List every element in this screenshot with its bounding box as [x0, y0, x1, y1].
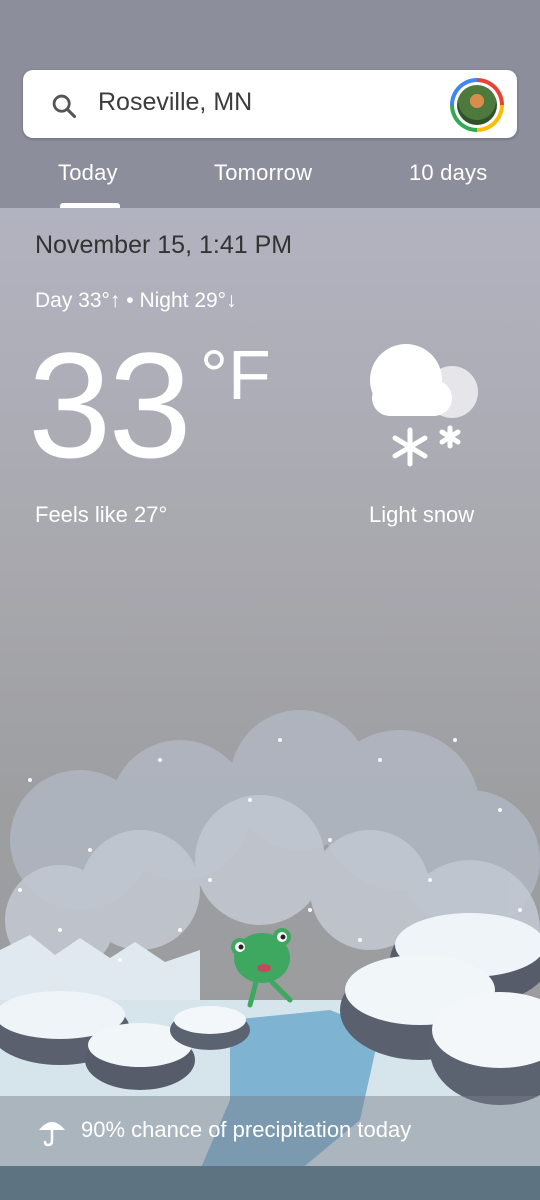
search-icon[interactable]: [50, 92, 78, 120]
condition-label: Light snow: [369, 502, 475, 527]
avatar-ring: [454, 82, 500, 128]
day-night-temps: Day 33°↑ • Night 29°↓: [35, 289, 237, 312]
bottom-strip: [0, 1166, 540, 1200]
current-temperature: 33: [28, 321, 192, 489]
precipitation-text: 90% chance of precipitation today: [81, 1117, 412, 1142]
search-input[interactable]: Roseville, MN: [98, 88, 252, 117]
tab-tomorrow[interactable]: Tomorrow: [214, 160, 312, 186]
snow-cloud-icon: [370, 344, 478, 467]
avatar-photo: [457, 85, 497, 125]
temperature-unit[interactable]: °F: [200, 340, 271, 410]
frog-character: [231, 928, 293, 1008]
feels-like: Feels like 27°: [35, 502, 168, 527]
umbrella-icon: [39, 1122, 65, 1147]
avatar[interactable]: [450, 78, 504, 132]
tab-10-days[interactable]: 10 days: [409, 160, 487, 186]
tab-today[interactable]: Today: [58, 160, 118, 186]
date-time: November 15, 1:41 PM: [35, 231, 293, 259]
